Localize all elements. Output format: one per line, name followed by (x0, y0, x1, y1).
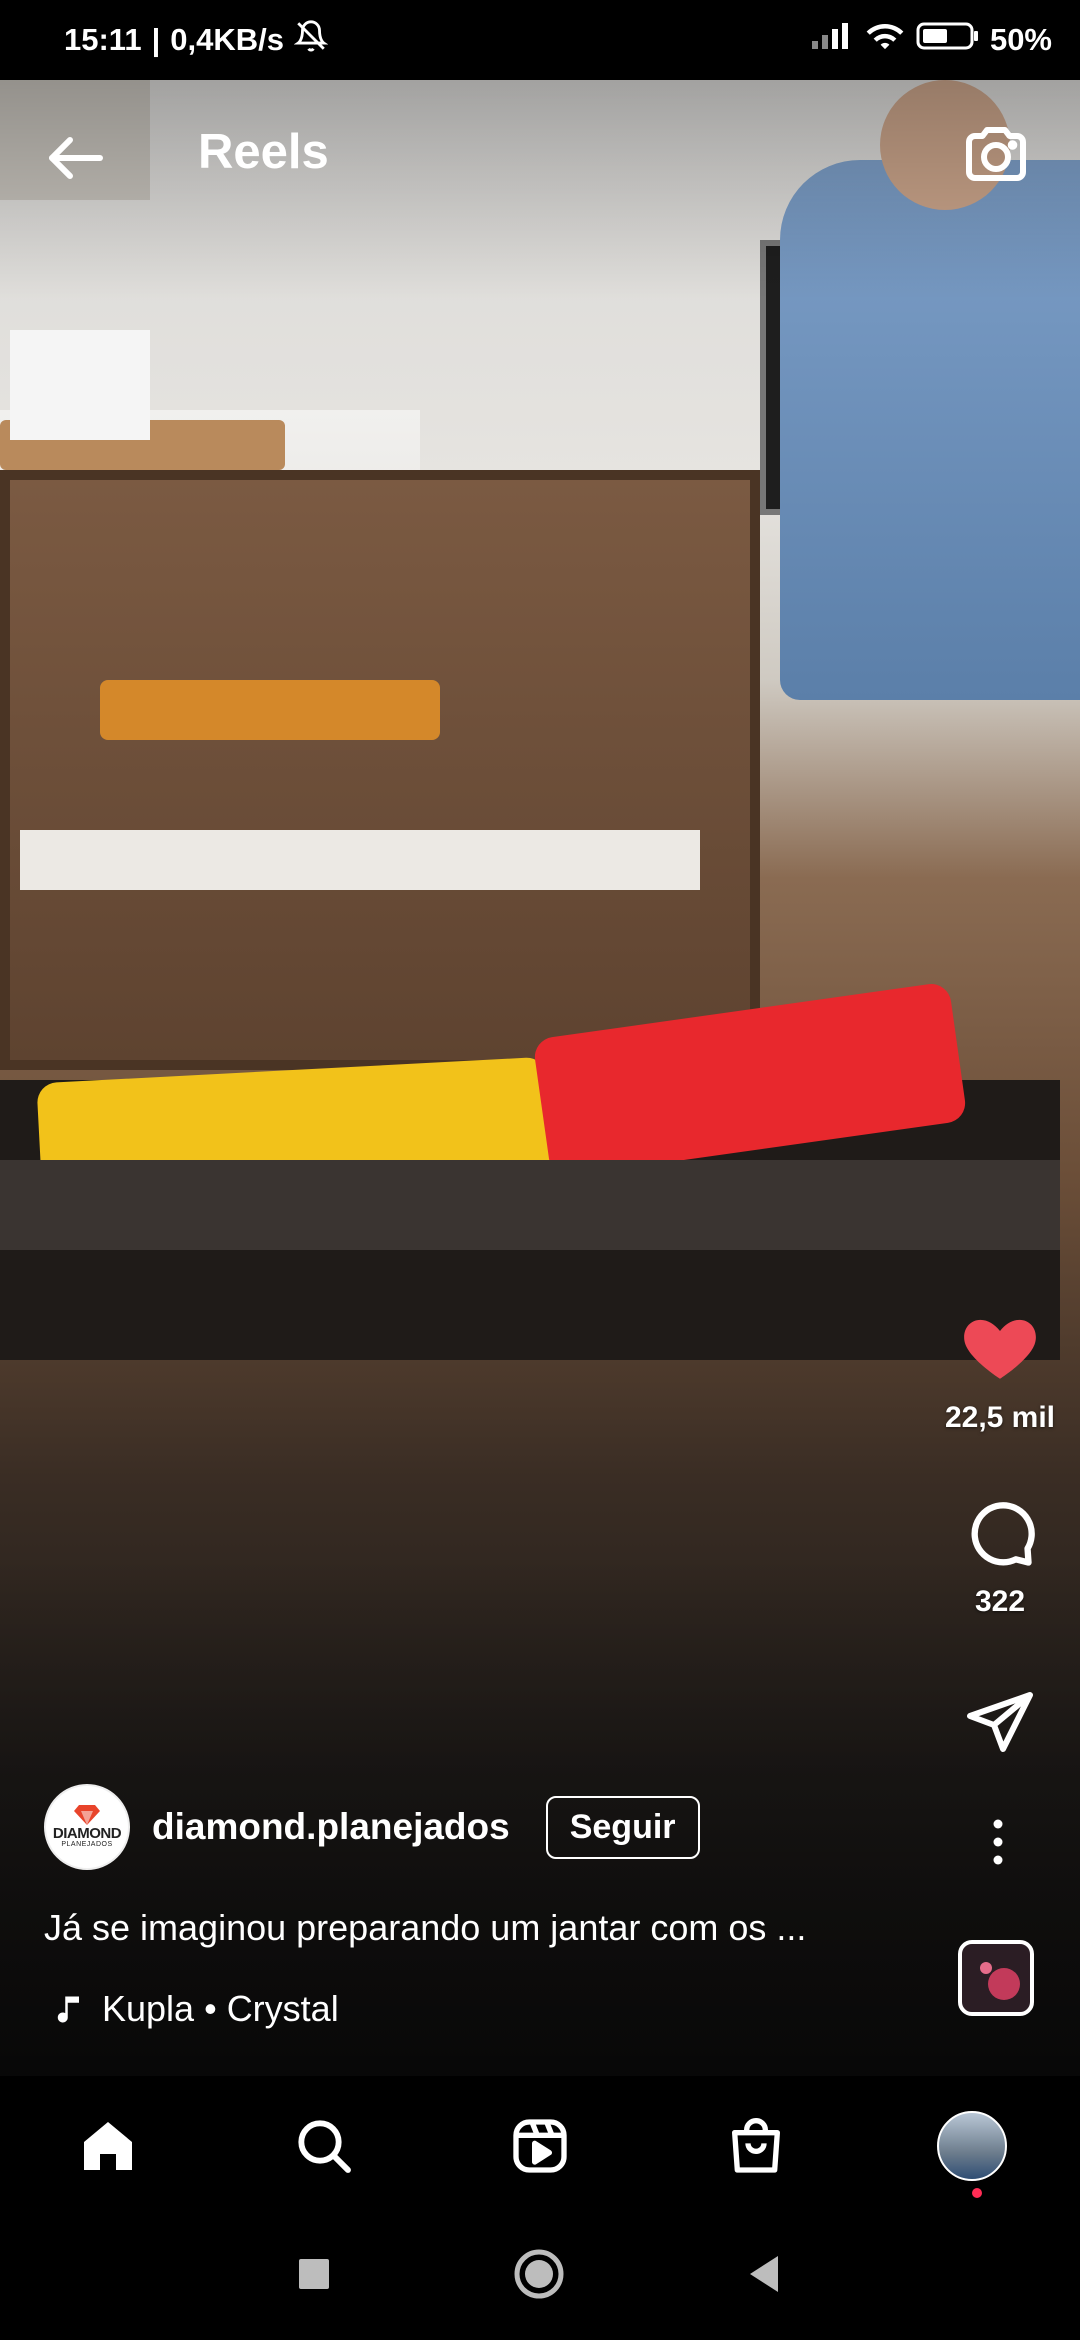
utensil-holder (10, 330, 150, 440)
audio-dot: • (204, 1988, 217, 2029)
audio-track: Crystal (226, 1988, 339, 2029)
more-options-button[interactable] (978, 1812, 1018, 1872)
arrow-left-icon (49, 137, 103, 179)
avatar-brand-sub: PLANEJADOS (61, 1841, 113, 1849)
bell-off-icon (293, 19, 329, 61)
circle-icon (514, 2249, 564, 2299)
status-separator: | (151, 22, 161, 57)
upper-drawer (0, 470, 760, 1070)
author-row: DIAMOND PLANEJADOS diamond.planejados Se… (44, 1782, 700, 1872)
audio-cover-icon (980, 1962, 1020, 2000)
battery-level: 50% (989, 22, 1052, 57)
back-button[interactable] (40, 122, 112, 194)
nav-shop[interactable] (718, 2108, 794, 2184)
reels-header: Reels (0, 80, 1080, 235)
triangle-back-icon (750, 2256, 778, 2292)
drawer-rail (0, 1160, 1060, 1250)
notification-dot (972, 2188, 982, 2198)
profile-avatar (937, 2111, 1007, 2181)
comment-button[interactable] (962, 1496, 1038, 1577)
home-system-button[interactable] (509, 2244, 569, 2304)
nav-profile[interactable] (934, 2108, 1010, 2184)
share-button[interactable] (964, 1686, 1036, 1763)
audio-artist: Kupla (102, 1988, 195, 2029)
follow-button[interactable]: Seguir (545, 1795, 700, 1859)
avatar[interactable]: DIAMOND PLANEJADOS (44, 1784, 130, 1870)
search-icon (298, 2120, 351, 2173)
reels-icon (513, 2119, 567, 2173)
square-icon (299, 2259, 329, 2289)
like-action: 22,5 mil (920, 1310, 1080, 1435)
status-bar: 15:11 | 0,4KB/s 50% (0, 0, 1080, 80)
comment-icon (971, 1502, 1035, 1566)
audio-row[interactable]: Kupla • Crystal (54, 1988, 339, 2030)
avatar-brand: DIAMOND (52, 1825, 122, 1843)
audio-thumbnail[interactable] (958, 1940, 1034, 2016)
nav-search[interactable] (286, 2108, 362, 2184)
nav-reels[interactable] (502, 2108, 578, 2184)
nav-home[interactable] (70, 2108, 146, 2184)
heart-icon (964, 1319, 1036, 1379)
music-note-icon (57, 1996, 79, 2023)
page-title: Reels (198, 125, 329, 179)
battery-icon (916, 21, 980, 59)
bottom-nav (0, 2076, 1080, 2212)
reel-video[interactable] (0, 80, 1080, 2076)
status-left: 15:11 | 0,4KB/s (64, 19, 329, 61)
drawer-towels (20, 830, 700, 890)
camera-icon (966, 127, 1026, 181)
status-time: 15:11 (64, 22, 142, 57)
home-icon (84, 2122, 132, 2170)
send-icon (967, 1692, 1033, 1752)
like-button[interactable] (960, 1310, 1040, 1387)
caption[interactable]: Já se imaginou preparando um jantar com … (44, 1907, 806, 1949)
recents-button[interactable] (284, 2244, 344, 2304)
shopping-bag-icon (732, 2118, 780, 2173)
like-count: 22,5 mil (944, 1401, 1056, 1434)
drawer-items (100, 680, 440, 740)
network-speed: 0,4KB/s (170, 22, 284, 57)
signal-icon (810, 21, 854, 59)
share-action (920, 1686, 1080, 1763)
wifi-icon (864, 20, 906, 60)
system-nav (0, 2212, 1080, 2340)
more-vertical-icon (993, 1819, 1003, 1865)
camera-button[interactable] (960, 118, 1032, 190)
diamond-logo-icon (74, 1805, 100, 1826)
username[interactable]: diamond.planejados (152, 1806, 510, 1848)
back-system-button[interactable] (734, 2244, 794, 2304)
comment-count: 322 (974, 1585, 1026, 1618)
status-right: 50% (810, 20, 1052, 60)
comment-action: 322 (920, 1496, 1080, 1619)
